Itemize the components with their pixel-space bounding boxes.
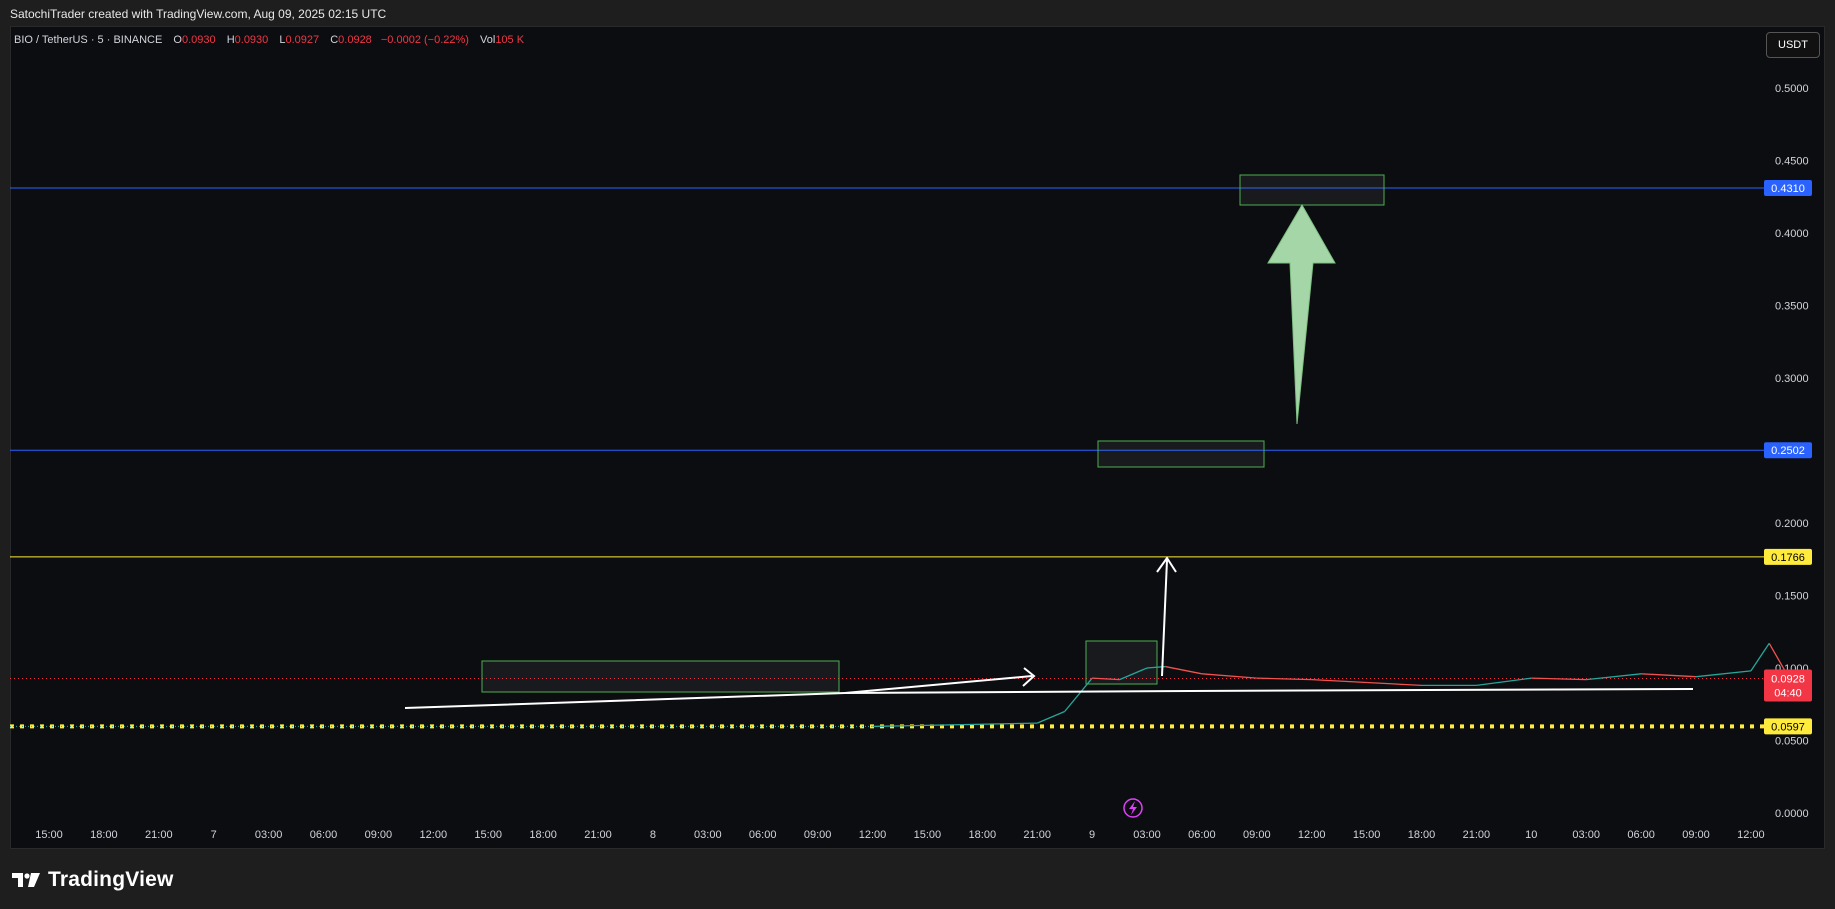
open-value: 0.0930 — [181, 34, 216, 46]
volume-value: 105 K — [495, 34, 525, 46]
logo-text: TradingView — [48, 868, 174, 891]
currency-button[interactable]: USDT — [1766, 32, 1820, 58]
change-value: −0.0002 (−0.22%) — [380, 34, 469, 46]
tradingview-logo-icon — [12, 873, 40, 887]
high-value: 0.0930 — [234, 34, 269, 46]
attribution-bar: SatochiTrader created with TradingView.c… — [0, 0, 1835, 26]
footer-bar — [0, 849, 1835, 909]
symbol-label[interactable]: BIO / TetherUS · 5 · BINANCE — [14, 34, 162, 46]
low-value: 0.0927 — [285, 34, 320, 46]
close-value: 0.0928 — [338, 34, 372, 46]
volume-label: Vol — [480, 34, 496, 46]
chart-pane[interactable] — [10, 26, 1825, 849]
ohlc-legend: BIO / TetherUS · 5 · BINANCE O0.0930 H0.… — [14, 34, 524, 46]
tradingview-logo[interactable]: TradingView — [12, 868, 174, 892]
attribution-text: SatochiTrader created with TradingView.c… — [10, 7, 387, 21]
open-label: O — [173, 34, 182, 46]
close-label: C — [330, 34, 339, 46]
high-label: H — [226, 34, 235, 46]
